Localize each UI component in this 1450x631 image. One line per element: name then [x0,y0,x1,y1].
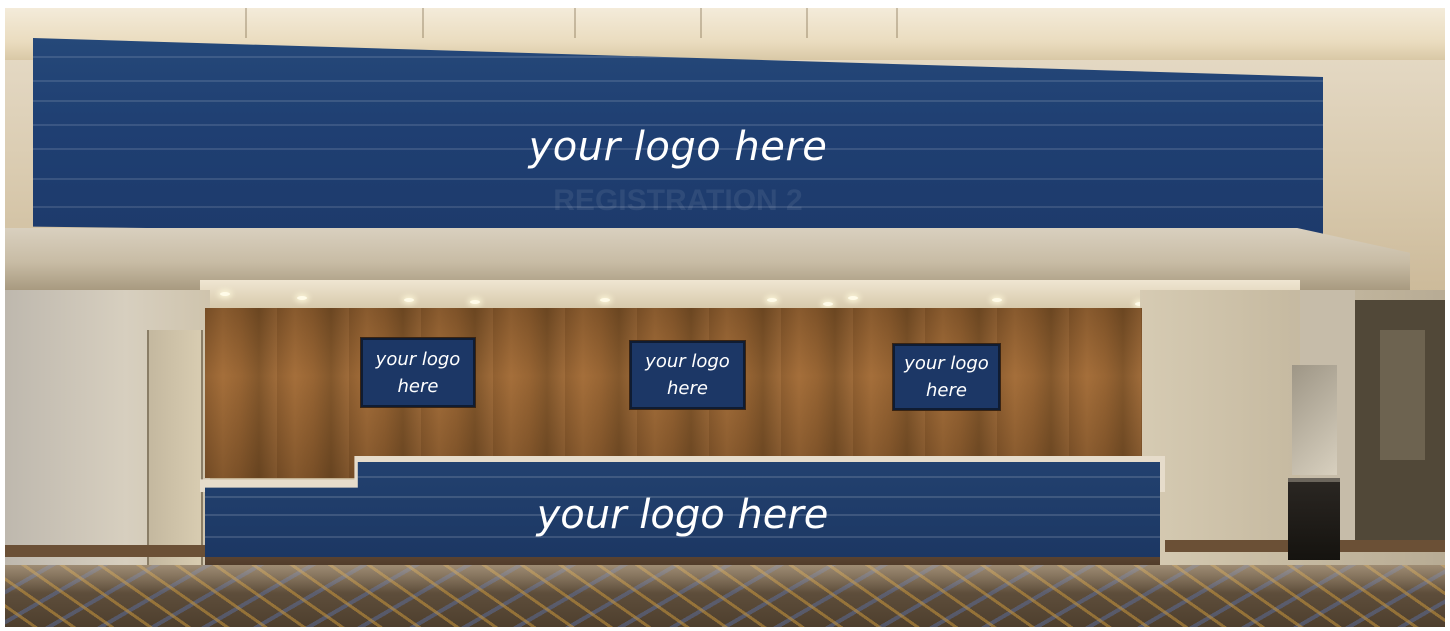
screen-logo-placeholder: your logo here [904,350,989,404]
downlight [220,292,230,296]
photo-border [0,0,1450,8]
banner-stripe [33,178,1323,180]
screen-logo-line1: your logo [645,351,730,372]
floor-reflection [0,565,1450,593]
registration-desk-photo: REGISTRATION 2 your logo here your logo … [0,0,1450,631]
side-door [147,330,203,570]
registration-sign-ghost: REGISTRATION 2 [553,184,803,217]
banner-stripe [33,100,1323,102]
downlight [767,298,777,302]
photo-border [0,627,1450,631]
downlight [404,298,414,302]
overhead-logo-banner: REGISTRATION 2 your logo here [33,38,1323,243]
ceiling-seam [245,8,247,38]
screen-logo-line2: here [397,375,439,397]
ceiling-seam [422,8,424,38]
display-screen-center: your logo here [630,341,745,409]
photo-border [1445,0,1450,631]
downlight [823,302,833,306]
screen-logo-line1: your logo [375,348,461,370]
display-screen-left: your logo here [361,338,475,407]
photo-border [0,0,5,631]
banner-logo-placeholder: your logo here [528,124,828,170]
banner-stripe [33,80,1323,82]
pillar-facet [1292,365,1337,475]
display-screen-right: your logo here [893,344,1000,410]
downlight [848,296,858,300]
ceiling-seam [896,8,898,38]
wall-niche [1380,330,1425,460]
ceiling-seam [806,8,808,38]
baseboard [0,545,210,557]
downlight [600,298,610,302]
screen-logo-line1: your logo [904,353,989,374]
screen-logo-line2: here [667,378,708,399]
ceiling-seam [700,8,702,38]
downlight [992,298,1002,302]
ceiling-seam [574,8,576,38]
downlight [297,296,307,300]
downlight [470,300,480,304]
desk-logo-placeholder: your logo here [536,492,829,538]
trash-can [1288,478,1340,560]
screen-logo-placeholder: your logo here [645,348,730,402]
screen-logo-placeholder: your logo here [376,346,461,400]
screen-logo-line2: here [926,380,967,401]
